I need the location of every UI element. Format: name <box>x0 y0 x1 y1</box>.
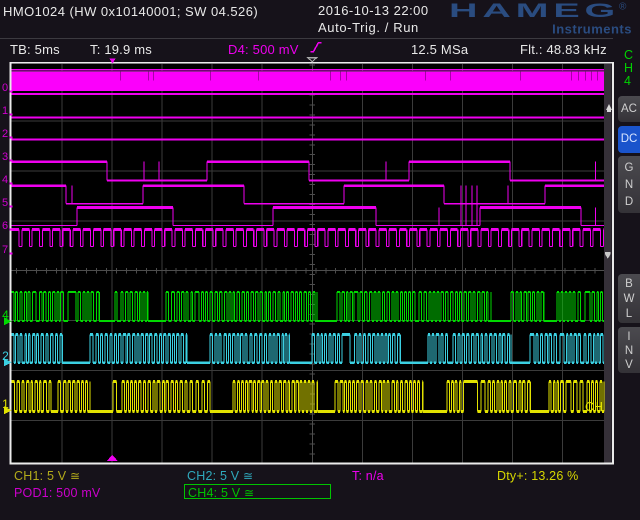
svg-text:®: ® <box>619 2 627 13</box>
svg-text:0: 0 <box>2 82 8 94</box>
svg-text:CH: CH <box>585 400 603 414</box>
svg-text:3: 3 <box>2 151 8 163</box>
svg-text:2: 2 <box>2 128 8 140</box>
svg-text:HAMEG: HAMEG <box>449 0 620 21</box>
svg-text:5: 5 <box>2 197 8 209</box>
svg-text:4: 4 <box>2 174 8 186</box>
svg-text:1: 1 <box>2 105 8 117</box>
svg-text:6: 6 <box>2 220 8 232</box>
svg-text:7: 7 <box>2 244 8 256</box>
svg-text:Instruments: Instruments <box>552 22 632 37</box>
